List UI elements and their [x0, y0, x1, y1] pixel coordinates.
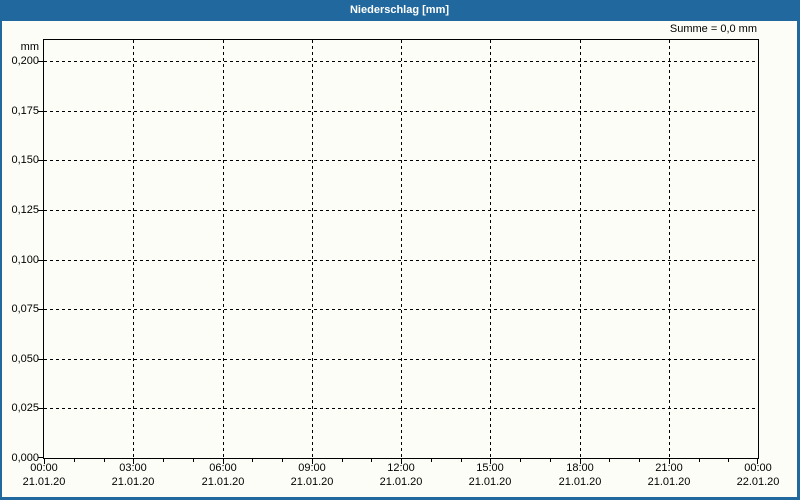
y-tick-label: 0,125	[11, 204, 39, 216]
x-tick-date-label: 21.01.20	[290, 476, 334, 488]
x-tick-time-label: 21:00	[655, 462, 683, 474]
x-tick-date-label: 21.01.20	[201, 476, 245, 488]
x-gridline	[669, 40, 670, 458]
sum-annotation: Summe = 0,0 mm	[669, 23, 757, 35]
plot-area	[38, 39, 759, 464]
x-axis-labels: 00:00 21.01.20 03:00 21.01.20 06:00 21.01.20 0…	[23, 462, 780, 496]
y-axis-tick	[38, 359, 43, 360]
x-gridline	[401, 40, 402, 458]
x-tick-time-label: 15:00	[476, 462, 504, 474]
x-tick-date-label: 21.01.20	[22, 476, 66, 488]
y-tick-label: 0,200	[11, 55, 39, 67]
y-axis-tick	[38, 408, 43, 409]
x-gridline	[490, 40, 491, 458]
x-tick-time-label: 00:00	[744, 462, 772, 474]
y-tick-label: 0,150	[11, 154, 39, 166]
y-axis-tick	[38, 457, 43, 458]
y-axis-tick	[38, 260, 43, 261]
y-axis-tick	[38, 111, 43, 112]
y-tick-label: 0,050	[11, 353, 39, 365]
x-tick-time-label: 18:00	[566, 462, 594, 474]
x-tick-time-label: 00:00	[30, 462, 58, 474]
x-tick-time-label: 03:00	[119, 462, 147, 474]
y-axis-tick	[38, 160, 43, 161]
x-gridline	[312, 40, 313, 458]
x-tick-date-label: 21.01.20	[379, 476, 423, 488]
y-tick-label: 0,075	[11, 303, 39, 315]
x-tick-date-label: 21.01.20	[647, 476, 691, 488]
y-tick-label: 0,100	[11, 254, 39, 266]
x-tick-date-label: 21.01.20	[558, 476, 602, 488]
y-axis-labels: 0,200 0,175 0,150 0,125 0,100 0,075 0,050 0,025…	[2, 0, 39, 500]
x-gridline	[223, 40, 224, 458]
x-gridline	[580, 40, 581, 458]
x-tick-date-label: 22.01.20	[736, 476, 780, 488]
x-tick-time-label: 09:00	[298, 462, 326, 474]
y-axis-tick	[38, 61, 43, 62]
y-tick-label: 0,175	[11, 105, 39, 117]
x-tick-time-label: 12:00	[387, 462, 415, 474]
y-axis-tick	[38, 210, 43, 211]
x-gridline	[133, 40, 134, 458]
chart-title-bar: Niederschlag [mm]	[2, 0, 797, 21]
chart-title: Niederschlag [mm]	[349, 4, 450, 16]
y-axis-unit-label: mm	[20, 41, 39, 53]
y-tick-label: 0,025	[11, 402, 39, 414]
chart-window: Niederschlag [mm] Summe = 0,0 mm 0,200 0,…	[0, 0, 800, 500]
y-axis-tick	[38, 309, 43, 310]
x-tick-date-label: 21.01.20	[111, 476, 155, 488]
x-tick-date-label: 21.01.20	[468, 476, 512, 488]
x-tick-time-label: 06:00	[209, 462, 237, 474]
